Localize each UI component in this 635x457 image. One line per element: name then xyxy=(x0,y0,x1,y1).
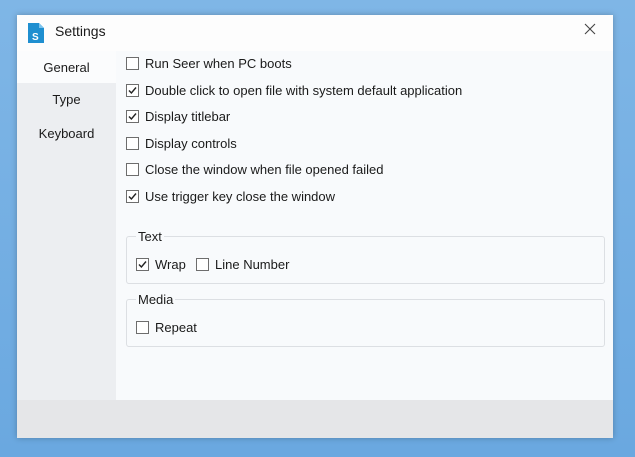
option-repeat[interactable]: Repeat xyxy=(136,318,197,336)
option-label: Display controls xyxy=(145,135,237,151)
seer-logo-icon: S xyxy=(27,22,45,44)
option-label: Close the window when file opened failed xyxy=(145,161,384,177)
trigger-key-close-checkbox[interactable] xyxy=(126,189,139,203)
general-settings-panel: Run Seer when PC boots Double click to o… xyxy=(116,51,613,400)
text-group: Text Wrap Line Number xyxy=(126,229,605,284)
close-icon xyxy=(584,22,596,40)
option-label: Line Number xyxy=(215,256,290,272)
text-group-title: Text xyxy=(136,229,164,244)
svg-text:S: S xyxy=(32,32,39,43)
media-group: Media Repeat xyxy=(126,292,605,347)
titlebar[interactable]: S Settings xyxy=(17,15,613,51)
option-close-on-failure[interactable]: Close the window when file opened failed xyxy=(126,160,384,178)
sidebar-item-type[interactable]: Type xyxy=(17,83,116,115)
option-display-controls[interactable]: Display controls xyxy=(126,134,237,152)
footer-bar xyxy=(17,400,613,438)
option-label: Repeat xyxy=(155,319,197,335)
option-display-titlebar[interactable]: Display titlebar xyxy=(126,107,230,125)
sidebar-item-label: General xyxy=(43,59,90,75)
media-group-title: Media xyxy=(136,292,176,307)
close-on-failure-checkbox[interactable] xyxy=(126,162,139,176)
display-controls-checkbox[interactable] xyxy=(126,136,139,150)
sidebar-item-keyboard[interactable]: Keyboard xyxy=(17,117,116,149)
option-label: Double click to open file with system de… xyxy=(145,82,463,98)
option-run-on-boot[interactable]: Run Seer when PC boots xyxy=(126,54,292,72)
checkmark-icon xyxy=(128,192,137,200)
option-trigger-key-close[interactable]: Use trigger key close the window xyxy=(126,187,335,205)
option-label: Use trigger key close the window xyxy=(145,188,336,204)
option-label: Display titlebar xyxy=(145,108,231,124)
option-line-number[interactable]: Line Number xyxy=(196,255,289,273)
settings-window: S Settings General Type Keyboard Run See… xyxy=(17,15,613,438)
sidebar-item-label: Type xyxy=(52,91,81,107)
sidebar-item-general[interactable]: General xyxy=(17,51,116,83)
close-button[interactable] xyxy=(567,15,613,47)
settings-sidebar: General Type Keyboard xyxy=(17,51,116,400)
window-title: Settings xyxy=(55,23,106,39)
sidebar-item-label: Keyboard xyxy=(38,125,95,141)
checkmark-icon xyxy=(138,260,147,268)
display-titlebar-checkbox[interactable] xyxy=(126,109,139,123)
option-wrap[interactable]: Wrap xyxy=(136,255,186,273)
line-number-checkbox[interactable] xyxy=(196,257,209,271)
repeat-checkbox[interactable] xyxy=(136,320,149,334)
option-double-click-open[interactable]: Double click to open file with system de… xyxy=(126,81,462,99)
option-label: Run Seer when PC boots xyxy=(145,55,292,71)
run-on-boot-checkbox[interactable] xyxy=(126,56,139,70)
double-click-open-checkbox[interactable] xyxy=(126,83,139,97)
checkmark-icon xyxy=(128,112,137,120)
wrap-checkbox[interactable] xyxy=(136,257,149,271)
checkmark-icon xyxy=(128,86,137,94)
option-label: Wrap xyxy=(155,256,186,272)
